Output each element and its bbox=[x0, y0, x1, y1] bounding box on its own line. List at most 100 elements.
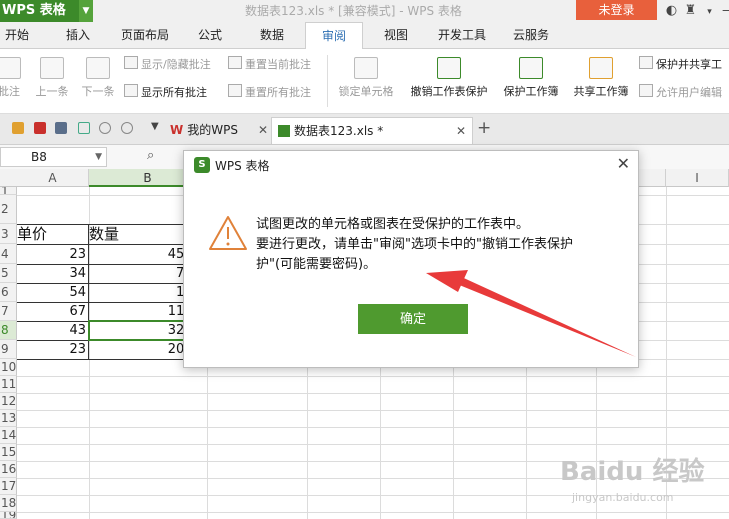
tab-insert[interactable]: 插入 bbox=[58, 22, 98, 48]
chevron-down-icon[interactable]: ▾ bbox=[700, 1, 719, 23]
row-header[interactable]: 14 bbox=[0, 427, 17, 444]
minimize-icon[interactable]: — bbox=[719, 0, 729, 22]
protect-workbook-label: 保护工作簿 bbox=[503, 85, 559, 98]
tab-data[interactable]: 数据 bbox=[252, 22, 292, 48]
show-all-comments-label: 显示所有批注 bbox=[141, 86, 207, 99]
lock-cell-button[interactable]: 锁定单元格 bbox=[333, 57, 399, 99]
table-cell[interactable]: 23 bbox=[17, 340, 88, 359]
protect-and-share-button[interactable]: 保护并共享工 bbox=[639, 56, 722, 72]
protection-warning-dialog: S WPS 表格 ✕ 试图更改的单元格或图表在受保护的工作表中。 要进行更改，请… bbox=[183, 150, 639, 368]
cell-reference: B8 bbox=[31, 150, 47, 164]
row-header[interactable]: 12 bbox=[0, 393, 17, 410]
warning-triangle-icon bbox=[209, 216, 247, 250]
login-button[interactable]: 未登录 bbox=[576, 0, 657, 20]
dialog-message: 试图更改的单元格或图表在受保护的工作表中。 要进行更改，请单击"审阅"选项卡中的… bbox=[256, 215, 606, 275]
tab-view[interactable]: 视图 bbox=[376, 22, 416, 48]
row-header[interactable]: 11 bbox=[0, 376, 17, 393]
row-header[interactable]: 15 bbox=[0, 444, 17, 461]
app-brand-menu[interactable]: WPS 表格 ▼ bbox=[0, 0, 93, 22]
previous-comment-button[interactable]: 上一条 bbox=[32, 57, 72, 99]
table-cell[interactable]: 23 bbox=[17, 245, 88, 264]
tab-document[interactable]: 数据表123.xls * ✕ bbox=[271, 117, 473, 144]
tab-my-wps[interactable]: W 我的WPS ✕ bbox=[170, 118, 270, 142]
user-edit-icon bbox=[639, 84, 653, 97]
row-header[interactable]: 9 bbox=[0, 340, 17, 359]
next-label: 下一条 bbox=[81, 85, 115, 98]
header-cell-price[interactable]: 单价 bbox=[17, 225, 88, 244]
wps-spreadsheet-logo-icon: S bbox=[194, 157, 210, 173]
redo-icon[interactable] bbox=[121, 122, 133, 134]
close-icon[interactable]: ✕ bbox=[258, 118, 268, 142]
row-header[interactable]: 3 bbox=[0, 224, 17, 244]
protect-share-icon bbox=[639, 56, 653, 69]
unprotect-sheet-button[interactable]: 撤销工作表保护 bbox=[404, 57, 494, 99]
document-tab-strip: ▼ W 我的WPS ✕ 数据表123.xls * ✕ + bbox=[0, 114, 729, 145]
row-header[interactable]: 16 bbox=[0, 461, 17, 478]
dialog-message-line: 护"(可能需要密码)。 bbox=[256, 257, 377, 272]
select-all-corner[interactable] bbox=[0, 169, 18, 187]
show-hide-comment-button[interactable]: 显示/隐藏批注 bbox=[124, 56, 211, 72]
row-header[interactable]: 6 bbox=[0, 283, 17, 302]
lock-icon bbox=[354, 57, 378, 79]
protect-workbook-button[interactable]: 保护工作簿 bbox=[498, 57, 564, 99]
table-cell[interactable]: 43 bbox=[17, 321, 88, 340]
shirt-icon[interactable]: ♜ bbox=[681, 0, 700, 22]
table-cell[interactable]: 34 bbox=[17, 264, 88, 283]
chevron-down-icon[interactable]: ▼ bbox=[151, 121, 159, 132]
undo-icon[interactable] bbox=[99, 122, 111, 134]
reset-current-comment-label: 重置当前批注 bbox=[245, 58, 311, 71]
table-cell[interactable]: 67 bbox=[17, 302, 88, 321]
show-hide-comment-label: 显示/隐藏批注 bbox=[141, 58, 211, 71]
row-header[interactable]: 1 bbox=[0, 187, 17, 195]
close-icon[interactable]: ✕ bbox=[617, 154, 630, 173]
search-icon[interactable]: ⌕ bbox=[147, 148, 154, 163]
reset-current-comment-button[interactable]: 重置当前批注 bbox=[228, 56, 311, 72]
plus-icon[interactable]: + bbox=[477, 118, 491, 138]
save-icon[interactable] bbox=[12, 122, 24, 134]
row-header[interactable]: 17 bbox=[0, 478, 17, 495]
comment-button[interactable]: 批注 bbox=[0, 57, 24, 99]
row-header[interactable]: 2 bbox=[0, 195, 17, 224]
app-brand-label: WPS 表格 bbox=[2, 3, 66, 18]
user-icon[interactable]: ◐ bbox=[662, 0, 681, 22]
column-header-i[interactable]: I bbox=[666, 169, 729, 187]
dialog-message-line: 试图更改的单元格或图表在受保护的工作表中。 bbox=[256, 217, 530, 232]
close-icon[interactable]: ✕ bbox=[456, 118, 466, 144]
next-comment-button[interactable]: 下一条 bbox=[78, 57, 118, 99]
gridline bbox=[17, 393, 729, 394]
ribbon-separator bbox=[327, 55, 328, 107]
protect-and-share-label: 保护并共享工 bbox=[656, 58, 722, 71]
tab-cloud[interactable]: 云服务 bbox=[506, 22, 556, 48]
table-cell[interactable]: 54 bbox=[17, 283, 88, 302]
gridline bbox=[17, 427, 729, 428]
print-icon[interactable] bbox=[55, 122, 67, 134]
share-workbook-button[interactable]: 共享工作簿 bbox=[568, 57, 634, 99]
column-header-a[interactable]: A bbox=[17, 169, 89, 187]
name-box[interactable]: B8 ▼ bbox=[0, 147, 107, 167]
tab-home[interactable]: 开始 bbox=[0, 22, 34, 48]
print-preview-icon[interactable] bbox=[78, 122, 90, 134]
allow-user-edit-button[interactable]: 允许用户编辑 bbox=[639, 84, 722, 100]
reset-all-icon bbox=[228, 84, 242, 97]
tab-formulas[interactable]: 公式 bbox=[190, 22, 230, 48]
row-header[interactable]: 19 bbox=[0, 512, 17, 519]
previous-label: 上一条 bbox=[35, 85, 69, 98]
export-pdf-icon[interactable] bbox=[34, 122, 46, 134]
row-header[interactable]: 10 bbox=[0, 359, 17, 376]
row-header[interactable]: 4 bbox=[0, 244, 17, 264]
show-all-comments-button[interactable]: 显示所有批注 bbox=[124, 84, 207, 100]
tab-developer[interactable]: 开发工具 bbox=[432, 22, 492, 48]
row-header[interactable]: 5 bbox=[0, 264, 17, 283]
ok-button[interactable]: 确定 bbox=[358, 304, 468, 334]
dialog-body: 试图更改的单元格或图表在受保护的工作表中。 要进行更改，请单击"审阅"选项卡中的… bbox=[184, 179, 638, 367]
arrow-left-icon bbox=[40, 57, 64, 79]
row-header-selected[interactable]: 8 bbox=[0, 321, 17, 340]
tab-page-layout[interactable]: 页面布局 bbox=[115, 22, 175, 48]
row-header[interactable]: 18 bbox=[0, 495, 17, 512]
tab-review[interactable]: 审阅 bbox=[305, 22, 363, 50]
row-header[interactable]: 7 bbox=[0, 302, 17, 321]
unprotect-sheet-icon bbox=[437, 57, 461, 79]
row-header[interactable]: 13 bbox=[0, 410, 17, 427]
reset-all-comments-button[interactable]: 重置所有批注 bbox=[228, 84, 311, 100]
table-border bbox=[17, 359, 208, 360]
